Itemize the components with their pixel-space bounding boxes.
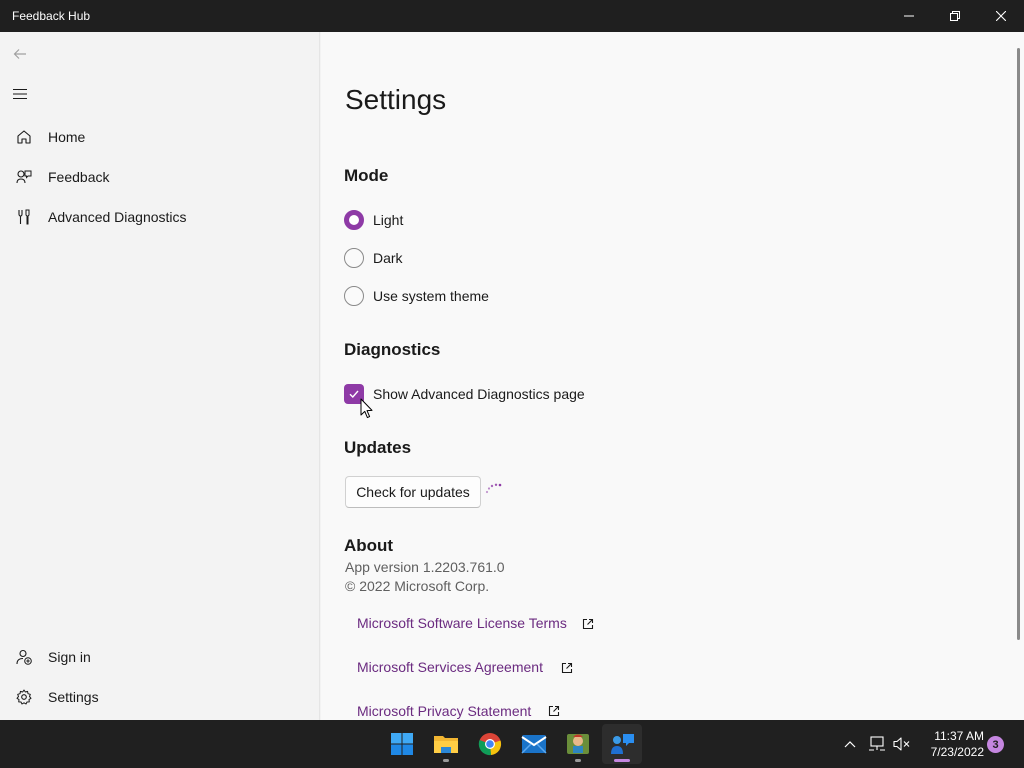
license-terms-link[interactable]: Microsoft Software License Terms: [357, 615, 567, 631]
restore-icon: [950, 11, 960, 21]
radio-label: Dark: [373, 250, 403, 266]
taskbar-feedback-hub[interactable]: [602, 724, 642, 764]
running-indicator: [575, 759, 581, 762]
network-tray-button[interactable]: [866, 720, 888, 768]
mouse-cursor-icon: [360, 398, 373, 419]
tools-icon: [18, 209, 30, 225]
show-hidden-icons-button[interactable]: [840, 720, 860, 768]
nav-item-label: Home: [48, 129, 86, 145]
nav-item-feedback[interactable]: Feedback: [0, 157, 318, 197]
game-icon: [567, 734, 589, 754]
clock-time: 11:37 AM: [934, 729, 984, 743]
nav-item-home[interactable]: Home: [0, 117, 318, 157]
clock[interactable]: 11:37 AM 7/23/2022: [920, 728, 984, 760]
back-button[interactable]: [12, 46, 36, 66]
external-link-icon: [582, 618, 594, 630]
taskbar-file-explorer[interactable]: [426, 724, 466, 764]
updates-heading: Updates: [344, 438, 412, 457]
radio-label: Use system theme: [373, 288, 489, 304]
nav-pane: Home Feedback Advanced Diagnostics Sign …: [0, 32, 320, 720]
person-add-icon: [16, 649, 32, 665]
mode-heading: Mode: [344, 166, 389, 185]
running-indicator: [443, 759, 449, 762]
taskbar-chrome[interactable]: [470, 724, 510, 764]
back-arrow-icon: [13, 49, 26, 59]
nav-item-label: Settings: [48, 689, 99, 705]
taskbar-game[interactable]: [558, 724, 598, 764]
radio-button[interactable]: [344, 286, 364, 306]
notification-badge[interactable]: 3: [987, 736, 1004, 753]
gear-icon: [16, 689, 32, 705]
close-icon: [996, 11, 1006, 21]
copyright: © 2022 Microsoft Corp.: [345, 578, 490, 594]
volume-muted-icon: [893, 737, 910, 751]
app-version: App version 1.2203.761.0: [345, 559, 505, 575]
nav-item-advanced-diagnostics[interactable]: Advanced Diagnostics: [0, 197, 318, 237]
radio-button[interactable]: [344, 210, 364, 230]
network-icon: [869, 736, 885, 751]
checkbox-label[interactable]: Show Advanced Diagnostics page: [373, 386, 585, 402]
checkmark-icon: [349, 390, 359, 399]
taskbar: 11:37 AM 7/23/2022: [0, 720, 1024, 768]
nav-item-label: Feedback: [48, 169, 110, 185]
restore-button[interactable]: [932, 0, 978, 32]
home-icon: [17, 130, 31, 144]
feedback-hub-icon: [611, 734, 634, 754]
page-title: Settings: [345, 84, 447, 115]
external-link-icon: [548, 705, 560, 717]
radio-button[interactable]: [344, 248, 364, 268]
close-button[interactable]: [978, 0, 1024, 32]
privacy-statement-link[interactable]: Microsoft Privacy Statement: [357, 703, 531, 719]
nav-item-settings[interactable]: Settings: [0, 677, 318, 717]
windows-logo-icon: [391, 733, 413, 755]
chrome-icon: [478, 733, 502, 756]
about-heading: About: [344, 536, 394, 555]
taskbar-mail[interactable]: [514, 724, 554, 764]
services-agreement-link[interactable]: Microsoft Services Agreement: [357, 659, 543, 675]
loading-spinner-icon: [485, 483, 502, 494]
title-bar: Feedback Hub: [0, 0, 1024, 32]
active-indicator: [614, 759, 630, 762]
vertical-scrollbar[interactable]: [1017, 48, 1020, 640]
hamburger-icon: [13, 88, 27, 100]
folder-icon: [434, 736, 458, 753]
taskbar-start-button[interactable]: [382, 724, 422, 764]
nav-item-label: Advanced Diagnostics: [48, 209, 187, 225]
minimize-icon: [904, 15, 914, 17]
hamburger-menu-button[interactable]: [12, 86, 36, 106]
mail-icon: [521, 735, 547, 754]
check-for-updates-button[interactable]: Check for updates: [345, 476, 481, 508]
nav-item-sign-in[interactable]: Sign in: [0, 637, 318, 677]
minimize-button[interactable]: [886, 0, 932, 32]
volume-tray-button[interactable]: [891, 720, 913, 768]
chevron-up-icon: [844, 741, 856, 748]
feedback-icon: [16, 170, 32, 184]
nav-item-label: Sign in: [48, 649, 91, 665]
external-link-icon: [561, 662, 573, 674]
diagnostics-heading: Diagnostics: [344, 340, 441, 359]
clock-date: 7/23/2022: [930, 745, 984, 759]
radio-label: Light: [373, 212, 404, 228]
window-title: Feedback Hub: [12, 9, 91, 23]
